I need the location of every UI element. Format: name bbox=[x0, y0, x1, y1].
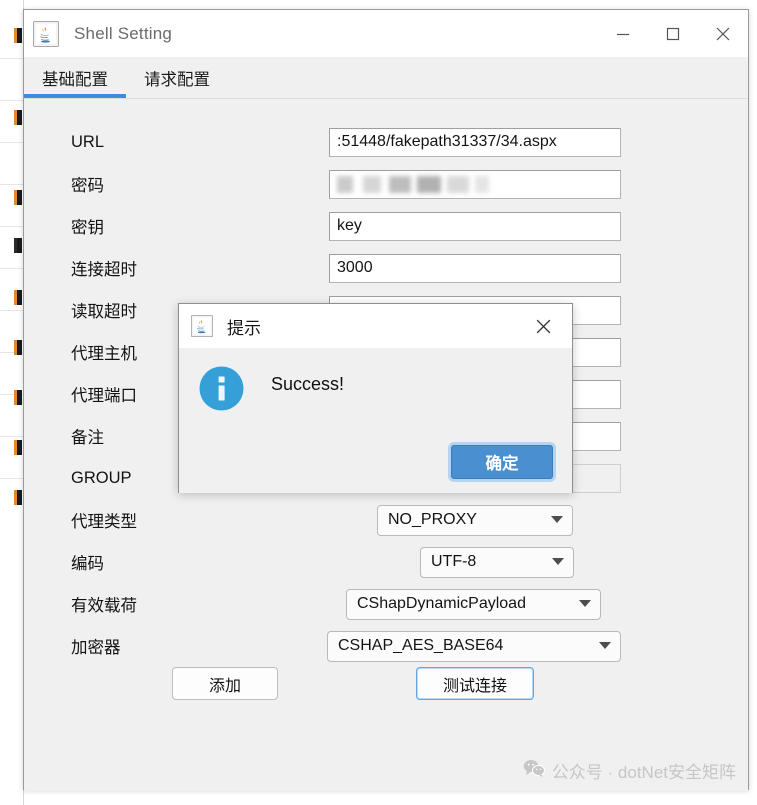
tab-basic-config[interactable]: 基础配置 bbox=[24, 57, 126, 98]
form-row-encoding: 编码 UTF-8 bbox=[24, 541, 748, 583]
watermark-text: 公众号 · dotNet安全矩阵 bbox=[551, 763, 736, 782]
dialog-ok-button[interactable]: 确定 bbox=[451, 445, 553, 479]
combo-encryptor[interactable]: CSHAP_AES_BASE64 bbox=[327, 630, 621, 662]
combo-value: CShapDynamicPayload bbox=[357, 595, 526, 612]
label-payload: 有效载荷 bbox=[71, 597, 137, 615]
java-icon bbox=[191, 315, 213, 337]
dialog-body: Success! 确定 bbox=[179, 348, 572, 493]
form-row-connect-timeout: 连接超时 3000 bbox=[24, 247, 748, 289]
page-title: Shell Setting bbox=[74, 23, 173, 43]
wechat-icon bbox=[523, 759, 545, 782]
form-row-password: 密码 bbox=[24, 163, 748, 205]
form-row-key: 密钥 key bbox=[24, 205, 748, 247]
label-key: 密钥 bbox=[71, 219, 104, 237]
test-connection-button[interactable]: 测试连接 bbox=[416, 667, 534, 700]
form-row-proxy-type: 代理类型 NO_PROXY bbox=[24, 499, 748, 541]
dialog-title: 提示 bbox=[227, 318, 261, 338]
add-button[interactable]: 添加 bbox=[172, 667, 278, 700]
window-controls bbox=[598, 10, 748, 57]
success-dialog: 提示 Success! 确定 bbox=[178, 303, 573, 493]
redacted-password-value bbox=[337, 175, 489, 193]
label-proxy-port: 代理端口 bbox=[71, 387, 137, 405]
java-icon bbox=[33, 20, 59, 47]
dialog-message: Success! bbox=[271, 374, 345, 394]
label-remark: 备注 bbox=[71, 429, 104, 447]
label-group: GROUP bbox=[71, 468, 132, 487]
close-icon[interactable] bbox=[522, 304, 564, 348]
tab-label: 请求配置 bbox=[144, 70, 210, 89]
close-icon[interactable] bbox=[698, 10, 748, 57]
combo-proxy-type[interactable]: NO_PROXY bbox=[377, 504, 573, 536]
label-connect-timeout: 连接超时 bbox=[71, 261, 137, 279]
background-window[interactable] bbox=[0, 0, 24, 805]
form-row-payload: 有效载荷 CShapDynamicPayload bbox=[24, 583, 748, 625]
chevron-down-icon bbox=[543, 558, 573, 566]
combo-value: UTF-8 bbox=[431, 553, 477, 570]
minimize-icon[interactable] bbox=[598, 10, 648, 57]
label-proxy-host: 代理主机 bbox=[71, 345, 137, 363]
tab-request-config[interactable]: 请求配置 bbox=[126, 57, 228, 98]
chevron-down-icon bbox=[570, 600, 600, 608]
chevron-down-icon bbox=[590, 642, 620, 650]
input-password[interactable] bbox=[329, 169, 621, 199]
title-bar[interactable]: Shell Setting bbox=[24, 10, 748, 57]
combo-value: CSHAP_AES_BASE64 bbox=[338, 637, 504, 654]
label-encoding: 编码 bbox=[71, 555, 104, 573]
input-key[interactable]: key bbox=[329, 211, 621, 241]
tab-label: 基础配置 bbox=[42, 70, 108, 89]
tab-strip: 基础配置 请求配置 bbox=[24, 57, 748, 99]
info-icon bbox=[199, 366, 244, 411]
combo-payload[interactable]: CShapDynamicPayload bbox=[346, 588, 601, 620]
watermark: 公众号 · dotNet安全矩阵 bbox=[523, 758, 736, 783]
input-connect-timeout[interactable]: 3000 bbox=[329, 253, 621, 283]
screenshot-root: Shell Setting 基础配置 请求配置 URL:51448/fakep… bbox=[0, 0, 757, 805]
maximize-icon[interactable] bbox=[648, 10, 698, 57]
form-row-encryptor: 加密器 CSHAP_AES_BASE64 bbox=[24, 625, 748, 667]
label-password: 密码 bbox=[71, 177, 104, 195]
combo-value: NO_PROXY bbox=[388, 511, 477, 528]
input-url[interactable]: :51448/fakepath31337/34.aspx bbox=[329, 127, 621, 157]
form-row-url: URL :51448/fakepath31337/34.aspx bbox=[24, 121, 748, 163]
label-proxy-type: 代理类型 bbox=[71, 513, 137, 531]
label-url: URL bbox=[71, 132, 105, 151]
label-read-timeout: 读取超时 bbox=[71, 303, 137, 321]
combo-encoding[interactable]: UTF-8 bbox=[420, 546, 574, 578]
chevron-down-icon bbox=[542, 516, 572, 524]
label-encryptor: 加密器 bbox=[71, 639, 121, 657]
dialog-title-bar[interactable]: 提示 bbox=[179, 304, 572, 348]
